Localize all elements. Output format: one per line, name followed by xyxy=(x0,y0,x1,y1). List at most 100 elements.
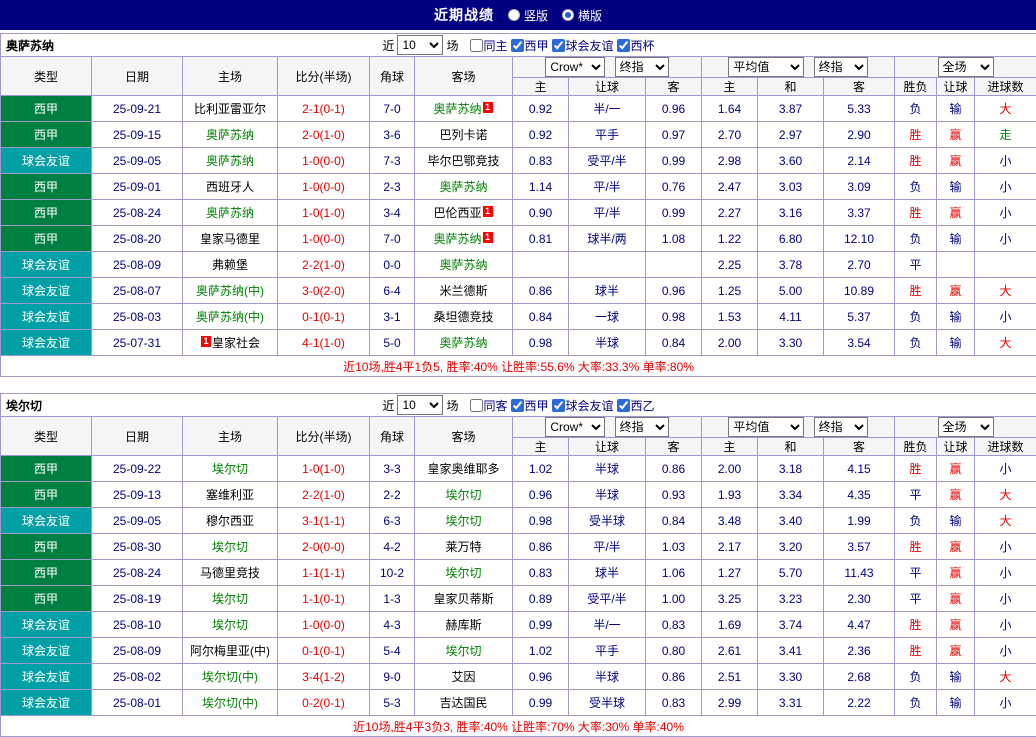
euro-draw-odds: 3.41 xyxy=(758,638,824,664)
handicap-home-odds: 0.83 xyxy=(513,560,569,586)
bookmaker-select[interactable]: Crow* xyxy=(545,417,605,437)
handicap-result: 赢 xyxy=(937,482,975,508)
fulltime-select[interactable]: 全场 xyxy=(938,417,994,437)
match-count-select[interactable]: 10 xyxy=(397,395,443,415)
team-label: 埃尔切 xyxy=(445,644,481,658)
match-score: 1-1(0-1) xyxy=(278,586,370,612)
league-filter-cup[interactable]: 西杯 xyxy=(617,37,655,54)
match-row: 西甲25-09-13塞维利亚2-2(1-0)2-2埃尔切0.96半球0.931.… xyxy=(1,482,1036,508)
same-venue-filter[interactable]: 同主 xyxy=(470,37,508,54)
handicap-away-odds: 1.06 xyxy=(646,560,702,586)
same-venue-checkbox[interactable] xyxy=(470,39,483,52)
handicap-away-odds: 0.86 xyxy=(646,456,702,482)
layout-radio-horizontal[interactable]: 横版 xyxy=(562,7,602,24)
match-row: 球会友谊25-07-311皇家社会4-1(1-0)5-0奥萨苏纳0.98半球0.… xyxy=(1,330,1036,356)
team-label: 皇家社会 xyxy=(212,336,260,350)
away-team: 赫库斯 xyxy=(415,612,513,638)
corner-score: 2-3 xyxy=(370,174,415,200)
league-checkbox-segunda[interactable] xyxy=(617,399,630,412)
league-checkbox-liga[interactable] xyxy=(511,39,524,52)
goals-result: 大 xyxy=(975,96,1036,122)
home-team: 奥萨苏纳 xyxy=(183,122,278,148)
match-type-badge: 球会友谊 xyxy=(1,638,92,664)
away-team: 桑坦德竞技 xyxy=(415,304,513,330)
euro-draw-odds: 3.40 xyxy=(758,508,824,534)
same-venue-checkbox[interactable] xyxy=(470,399,483,412)
euro-home-odds: 1.69 xyxy=(702,612,758,638)
league-filter-liga[interactable]: 西甲 xyxy=(511,397,549,414)
match-row: 西甲25-08-19埃尔切1-1(0-1)1-3皇家贝蒂斯0.89受平/半1.0… xyxy=(1,586,1036,612)
handicap-away-odds: 0.96 xyxy=(646,278,702,304)
league-filter-friendly[interactable]: 球会友谊 xyxy=(552,397,614,414)
match-count-select[interactable]: 10 xyxy=(397,35,443,55)
average-odds-select[interactable]: 平均值 xyxy=(728,57,804,77)
handicap-away-odds: 0.83 xyxy=(646,690,702,716)
match-row: 球会友谊25-09-05穆尔西亚3-1(1-1)6-3埃尔切0.98受半球0.8… xyxy=(1,508,1036,534)
league-filter-friendly[interactable]: 球会友谊 xyxy=(552,37,614,54)
match-result: 平 xyxy=(895,482,937,508)
bookmaker-select[interactable]: Crow* xyxy=(545,57,605,77)
page-title: 近期战绩 xyxy=(434,5,494,25)
average-odds-select[interactable]: 平均值 xyxy=(728,417,804,437)
summary-text: 近10场,胜4平3负3, 胜率:40% 让胜率:70% 大率:30% 单率:40… xyxy=(1,716,1036,737)
col-score: 比分(半场) xyxy=(278,57,370,96)
team-label: 埃尔切 xyxy=(445,566,481,580)
match-result: 负 xyxy=(895,226,937,252)
euro-home-odds: 2.00 xyxy=(702,330,758,356)
corner-score: 9-0 xyxy=(370,664,415,690)
euro-away-odds: 2.90 xyxy=(824,122,895,148)
league-checkbox-liga[interactable] xyxy=(511,399,524,412)
corner-score: 5-3 xyxy=(370,690,415,716)
team-name: 奥萨苏纳 xyxy=(6,37,54,54)
euro-home-odds: 2.27 xyxy=(702,200,758,226)
corner-score: 3-4 xyxy=(370,200,415,226)
team-label: 埃尔切 xyxy=(212,618,248,632)
handicap-away-odds: 0.84 xyxy=(646,330,702,356)
final-handicap-select[interactable]: 终指 xyxy=(615,57,669,77)
euro-away-odds: 3.54 xyxy=(824,330,895,356)
same-venue-filter[interactable]: 同客 xyxy=(470,397,508,414)
league-filter-segunda[interactable]: 西乙 xyxy=(617,397,655,414)
home-team: 奥萨苏纳(中) xyxy=(183,304,278,330)
match-score: 1-0(0-0) xyxy=(278,226,370,252)
match-score: 1-0(1-0) xyxy=(278,456,370,482)
final-euro-select[interactable]: 终指 xyxy=(814,57,868,77)
handicap-result: 输 xyxy=(937,664,975,690)
final-handicap-select[interactable]: 终指 xyxy=(615,417,669,437)
handicap-home-odds: 0.86 xyxy=(513,534,569,560)
match-date: 25-08-19 xyxy=(92,586,183,612)
handicap-away-odds: 0.84 xyxy=(646,508,702,534)
filter-row: 埃尔切 近 10 场 同客 西甲 xyxy=(1,394,1036,417)
league-checkbox-cup[interactable] xyxy=(617,39,630,52)
match-type-badge: 球会友谊 xyxy=(1,664,92,690)
team-label: 埃尔切 xyxy=(445,488,481,502)
match-score: 2-1(0-1) xyxy=(278,96,370,122)
handicap-result: 赢 xyxy=(937,638,975,664)
col-corner: 角球 xyxy=(370,57,415,96)
euro-home-odds: 1.64 xyxy=(702,96,758,122)
layout-radio-vertical[interactable]: 竖版 xyxy=(508,7,548,24)
euro-draw-odds: 2.97 xyxy=(758,122,824,148)
team-label: 阿尔梅里亚(中) xyxy=(190,644,270,658)
handicap-result: 输 xyxy=(937,330,975,356)
handicap-result: 输 xyxy=(937,690,975,716)
handicap-line: 平手 xyxy=(569,638,646,664)
euro-draw-odds: 3.87 xyxy=(758,96,824,122)
match-result: 负 xyxy=(895,174,937,200)
final-euro-select[interactable]: 终指 xyxy=(814,417,868,437)
fulltime-select[interactable]: 全场 xyxy=(938,57,994,77)
home-team: 马德里竞技 xyxy=(183,560,278,586)
euro-draw-odds: 3.60 xyxy=(758,148,824,174)
match-score: 2-2(1-0) xyxy=(278,482,370,508)
handicap-line: 球半/两 xyxy=(569,226,646,252)
league-checkbox-friendly[interactable] xyxy=(552,399,565,412)
team-label: 毕尔巴鄂竞技 xyxy=(427,154,499,168)
goals-result: 小 xyxy=(975,560,1036,586)
match-date: 25-08-30 xyxy=(92,534,183,560)
match-result: 负 xyxy=(895,330,937,356)
league-filter-liga[interactable]: 西甲 xyxy=(511,37,549,54)
league-checkbox-friendly[interactable] xyxy=(552,39,565,52)
match-result: 负 xyxy=(895,304,937,330)
match-type-badge: 球会友谊 xyxy=(1,612,92,638)
col-euro-home: 主 xyxy=(702,438,758,456)
